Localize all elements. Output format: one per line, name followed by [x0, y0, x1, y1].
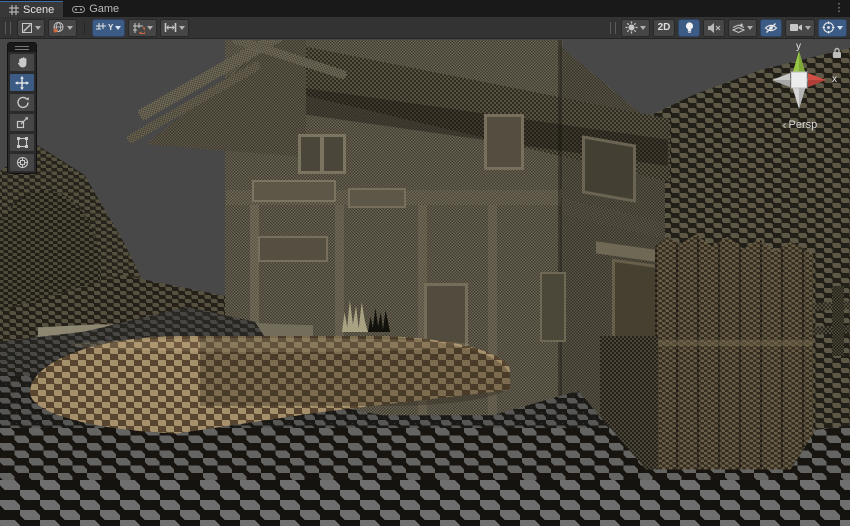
floor-strip-near — [0, 480, 850, 526]
handle-orientation-dropdown[interactable] — [48, 19, 77, 37]
axis-neg-x-cone[interactable] — [772, 73, 790, 87]
house-corner-line — [558, 40, 562, 440]
gizmos-dropdown[interactable] — [818, 19, 847, 37]
projection-toggle[interactable]: ‹ Persp — [783, 118, 818, 132]
palisade-plank-lines — [655, 232, 813, 474]
projection-label: Persp — [789, 119, 818, 131]
gizmo-center-cube[interactable] — [791, 72, 807, 88]
persp-chevron-icon: ‹ — [783, 118, 787, 132]
camera-settings-dropdown[interactable] — [785, 19, 815, 37]
transform-tool-button[interactable] — [9, 153, 35, 172]
2d-toggle-button[interactable]: 2D — [653, 19, 675, 37]
scene-grid-icon — [9, 5, 19, 15]
tab-overflow-menu-icon[interactable]: ⋮ — [832, 1, 846, 16]
snap-settings-dropdown[interactable] — [160, 19, 189, 37]
overlay-drag-handle[interactable] — [610, 22, 616, 34]
tab-scene-label: Scene — [23, 4, 54, 16]
chevron-down-icon — [747, 26, 753, 30]
window-side — [582, 135, 636, 203]
rect-tool-button[interactable] — [9, 133, 35, 152]
tab-bar: Scene Game ⋮ — [0, 0, 850, 17]
axis-y-label: y — [796, 41, 801, 52]
toolbar-separator — [84, 21, 85, 35]
tool-settings-group — [17, 19, 77, 37]
tab-game-label: Game — [89, 3, 119, 15]
axis-y-cone[interactable] — [792, 51, 806, 75]
grid-axis-label: Y — [108, 23, 113, 32]
axis-x-label: x — [832, 74, 837, 85]
unity-editor-window: Scene Game ⋮ Y — [0, 0, 850, 526]
chevron-down-icon — [179, 26, 185, 30]
window-lower-left — [258, 236, 328, 262]
tools-overlay — [7, 42, 37, 174]
scene-view-toolbar: Y 2D — [0, 17, 850, 39]
view-options-group: 2D — [608, 19, 847, 37]
view-tool-button[interactable] — [9, 53, 35, 72]
2d-label: 2D — [658, 22, 671, 33]
tab-scene[interactable]: Scene — [0, 1, 63, 17]
chevron-down-icon — [67, 26, 73, 30]
scene-audio-toggle-muted[interactable] — [703, 19, 725, 37]
chevron-down-icon — [147, 26, 153, 30]
tools-overlay-drag-handle[interactable] — [8, 43, 36, 52]
grid-visual-dropdown[interactable]: Y — [92, 19, 125, 37]
tab-game[interactable]: Game — [63, 1, 128, 17]
scene-viewport-canvas[interactable]: y x ‹ Persp — [0, 40, 850, 526]
fence-post — [832, 286, 844, 356]
scale-tool-button[interactable] — [9, 113, 35, 132]
rotate-tool-button[interactable] — [9, 93, 35, 112]
window-upper-left-mullion — [320, 137, 324, 171]
draw-mode-dropdown[interactable] — [621, 19, 650, 37]
effects-dropdown[interactable] — [728, 19, 757, 37]
window-upper-mid — [484, 114, 524, 170]
move-tool-button[interactable] — [9, 73, 35, 92]
planter-rim-highlight — [70, 338, 470, 352]
grid-snap-group: Y — [92, 19, 189, 37]
chevron-down-icon — [35, 26, 41, 30]
door-frame-narrow — [540, 272, 566, 342]
shutter-strip-mid — [348, 188, 406, 208]
scene-visibility-toggle[interactable] — [760, 19, 782, 37]
scene-lighting-toggle[interactable] — [678, 19, 700, 37]
axis-x-cone[interactable] — [808, 73, 826, 87]
gizmo-lock-icon[interactable] — [832, 47, 842, 59]
chevron-down-icon — [115, 26, 121, 30]
chevron-down-icon — [640, 26, 646, 30]
chevron-down-icon — [805, 26, 811, 30]
overlay-drag-handle[interactable] — [5, 22, 11, 34]
tool-settings-dropdown[interactable] — [17, 19, 45, 37]
snap-increment-dropdown[interactable] — [128, 19, 157, 37]
palisade-mid-rail — [655, 340, 813, 346]
gamepad-icon — [72, 5, 85, 14]
chevron-down-icon — [837, 26, 843, 30]
shutter-strip-left — [252, 180, 336, 202]
axis-neg-y-cone[interactable] — [792, 86, 806, 109]
